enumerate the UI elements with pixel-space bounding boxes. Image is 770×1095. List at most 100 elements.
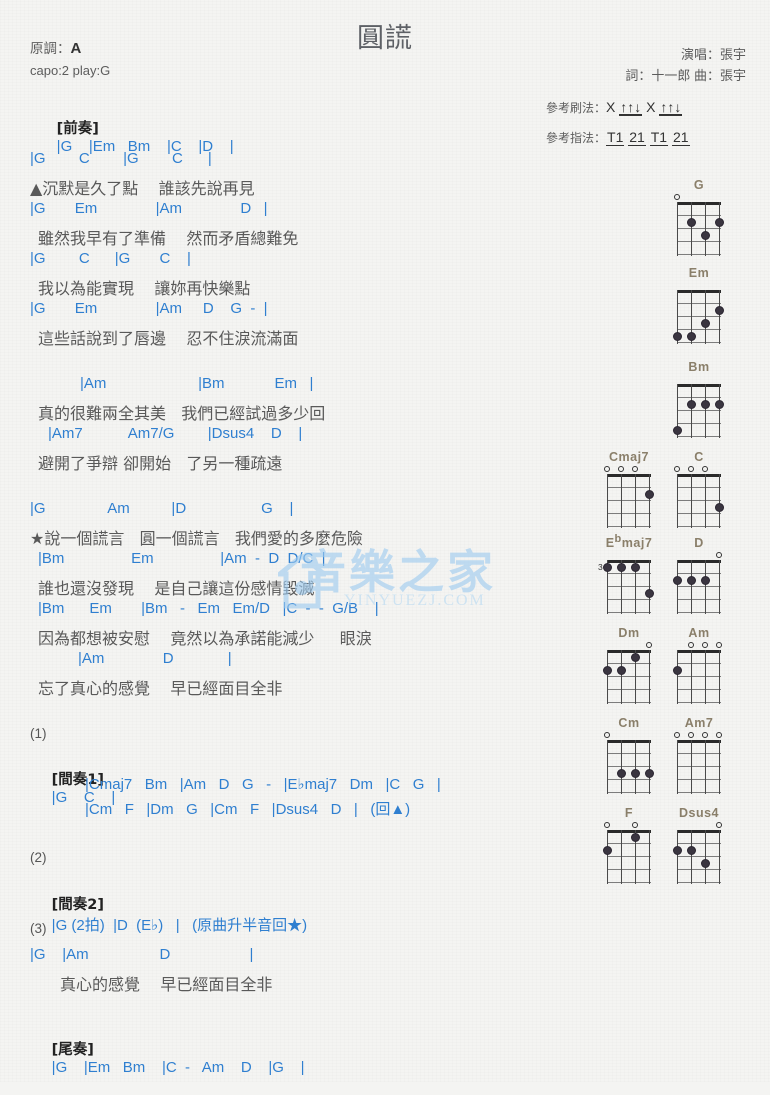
capo-info: capo:2 play:G	[30, 63, 111, 78]
chord-diagram-dsus4: Dsus4	[662, 806, 736, 884]
chorus-lyric: ★說一個謊言 圓一個謊言 我們愛的多麼危險	[30, 529, 363, 548]
verse-chords: |Am |Bm Em |	[80, 375, 314, 392]
finger-dot	[687, 845, 696, 855]
finger-dot	[715, 305, 724, 315]
string-line	[719, 384, 721, 438]
open-string-markers	[662, 465, 736, 474]
nut	[607, 474, 651, 477]
open-string-markers	[662, 731, 736, 740]
fret-line	[607, 792, 651, 794]
strum-pattern-label: 參考刷法：	[546, 101, 607, 115]
open-string-icon	[716, 642, 722, 648]
finger-dot	[631, 652, 640, 662]
fret-line	[607, 753, 651, 755]
finger-dot	[715, 399, 724, 409]
prelude-label: [前奏]	[56, 121, 99, 137]
fret-line	[607, 689, 651, 691]
chorus-chords: |Bm Em |Am - D D/C |	[38, 550, 326, 567]
nut	[677, 650, 721, 653]
finger-dot	[631, 562, 640, 572]
fretboard	[677, 740, 721, 794]
fretboard	[607, 740, 654, 794]
open-string-icon	[646, 642, 652, 648]
fret-line	[607, 599, 651, 601]
string-line	[705, 202, 707, 256]
finger-dot	[645, 768, 654, 778]
chord-diagram-name: Em	[688, 266, 710, 280]
chord-diagram-name: C	[694, 450, 704, 464]
fretboard	[673, 650, 721, 704]
fret-line	[677, 676, 721, 678]
string-line	[621, 650, 623, 704]
chord-diagram-name: D	[694, 536, 704, 550]
verse-lyric: 雖然我早有了準備 然而矛盾總難免	[38, 229, 299, 248]
outro-chords: |G |Em Bm |C - Am D |G |	[51, 1059, 305, 1076]
finger-dot	[603, 845, 612, 855]
original-key: 原調：A	[30, 38, 110, 60]
chord-diagram-dm: Dm	[592, 626, 666, 704]
fretboard	[677, 474, 724, 528]
verse-chords: |G C |G C |	[30, 250, 191, 267]
fret-line	[677, 599, 721, 601]
fret-line	[677, 766, 721, 768]
open-string-icon	[632, 822, 638, 828]
finger-dot	[631, 768, 640, 778]
fret-line	[677, 423, 721, 425]
finger-dot	[701, 318, 710, 328]
finger-dot	[701, 230, 710, 240]
fretboard	[677, 202, 724, 256]
open-string-icon	[674, 732, 680, 738]
string-line	[621, 830, 623, 884]
fret-line	[677, 689, 721, 691]
open-string-icon	[674, 194, 680, 200]
string-line	[705, 560, 707, 614]
open-string-markers	[592, 731, 666, 740]
fret-line	[607, 676, 651, 678]
chord-diagram-am7: Am7	[662, 716, 736, 794]
chord-diagram-d: D	[662, 536, 736, 614]
fret-line	[607, 586, 651, 588]
finger-dot	[631, 832, 640, 842]
fret-line	[607, 882, 651, 884]
chorus-lyric: 因為都想被安慰 竟然以為承諾能減少 眼淚	[38, 629, 372, 648]
fret-line	[677, 702, 721, 704]
open-string-markers	[662, 551, 736, 560]
nut	[607, 830, 651, 833]
fret-line	[677, 228, 721, 230]
chorus-lyric: 忘了真心的感覺 早已經面目全非	[38, 679, 283, 698]
open-string-markers	[662, 375, 736, 384]
open-string-icon	[604, 822, 610, 828]
fretboard	[673, 560, 721, 614]
fret-line	[607, 869, 651, 871]
finger-dot	[603, 562, 612, 572]
open-string-markers	[592, 551, 666, 560]
string-line	[677, 560, 679, 614]
fret-line	[677, 586, 721, 588]
outro-row: [尾奏] |G |Em Bm |C - Am D |G |	[25, 1020, 305, 1095]
outro-label: [尾奏]	[51, 1042, 94, 1058]
open-string-icon	[688, 466, 694, 472]
fret-line	[677, 254, 721, 256]
string-line	[649, 560, 651, 614]
fret-line	[677, 397, 721, 399]
string-line	[677, 202, 679, 256]
original-key-label: 原調：	[30, 41, 71, 56]
fret-line	[607, 843, 651, 845]
nut	[677, 290, 721, 293]
verse-chords: |Am7 Am7/G |Dsus4 D |	[48, 425, 303, 442]
finger-dot	[673, 425, 682, 435]
fretboard	[673, 830, 721, 884]
finger-dot	[673, 665, 682, 675]
chord-diagram-c: C	[662, 450, 736, 528]
finger-dot	[603, 665, 612, 675]
string-line	[705, 650, 707, 704]
sheet-music-page: 圓謊 原調：A capo:2 play:G 演唱：張宇 詞：十一郎 曲：張宇 參…	[0, 0, 770, 1082]
string-line	[691, 830, 693, 884]
fret-line	[607, 573, 651, 575]
open-string-markers	[592, 465, 666, 474]
ending-lyric: 真心的感覺 早已經面目全非	[60, 975, 273, 994]
finger-dot	[715, 217, 724, 227]
finger-dot	[701, 575, 710, 585]
finger-dot	[617, 768, 626, 778]
fret-line	[607, 526, 651, 528]
